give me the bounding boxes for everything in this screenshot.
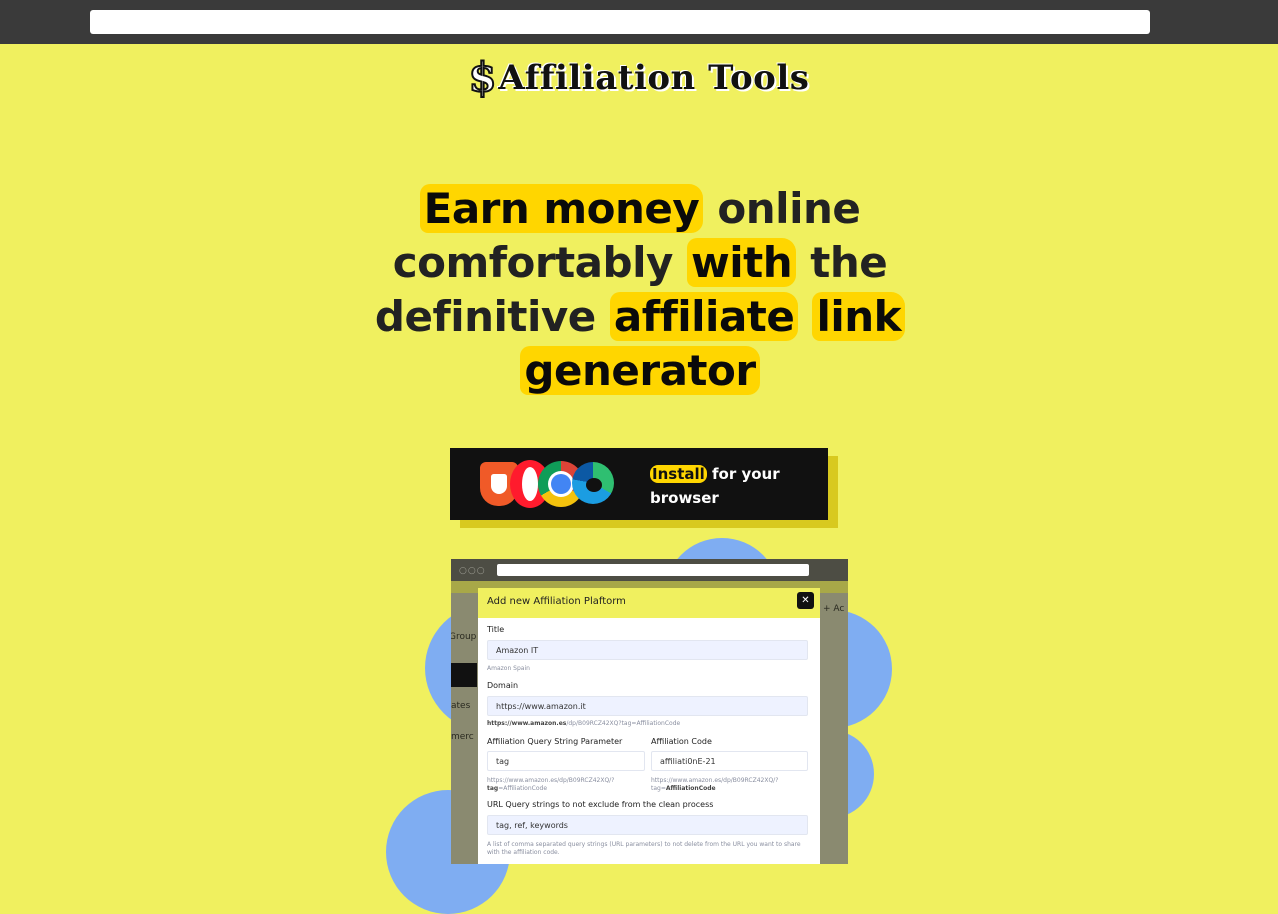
code-hint-1: https://www.amazon.es/dp/B09RCZ42XQ/? xyxy=(651,777,779,784)
affiliation-code-hint: https://www.amazon.es/dp/B09RCZ42XQ/? tag… xyxy=(651,777,808,793)
browser-icons xyxy=(480,460,615,508)
behind-black-bar xyxy=(451,663,477,687)
hero-highlight-generator: generator xyxy=(520,346,760,395)
affiliation-code-input[interactable]: affiliati0nE-21 xyxy=(651,751,808,771)
domain-hint-bold: https://www.amazon.es xyxy=(487,720,567,727)
preview-window-bar: ○○○ xyxy=(451,559,848,581)
install-extension-button[interactable]: Install for your browser xyxy=(450,448,828,520)
param-hint-2: =AffiliationCode xyxy=(498,785,548,792)
hero-highlight-with: with xyxy=(686,238,797,287)
query-param-hint: https://www.amazon.es/dp/B09RCZ42XQ/? tag… xyxy=(487,777,645,793)
behind-rates-label: ates xyxy=(451,701,471,711)
affiliation-code-label: Affiliation Code xyxy=(651,737,712,746)
hero-highlight-affiliate: affiliate xyxy=(609,292,799,341)
dollar-icon: $ xyxy=(468,54,498,101)
preview-url-bar xyxy=(497,564,809,576)
code-hint-2: tag= xyxy=(651,785,666,792)
exclude-query-hint: A list of comma separated query strings … xyxy=(487,841,801,856)
query-param-label: Affiliation Query String Parameter xyxy=(487,737,623,746)
address-bar[interactable] xyxy=(90,10,1150,34)
browser-toolbar xyxy=(0,0,1278,44)
param-hint-1: https://www.amazon.es/dp/B09RCZ42XQ/? xyxy=(487,777,615,784)
window-controls: ○○○ xyxy=(459,566,486,576)
edge-icon xyxy=(572,462,614,504)
app-preview-screenshot: ○○○ + Ac Group ates merc Add new Affilia… xyxy=(451,559,848,864)
install-highlight: Install xyxy=(650,465,707,483)
query-param-input[interactable]: tag xyxy=(487,751,645,771)
behind-commerce-label: merc xyxy=(451,732,474,742)
title-hint: Amazon Spain xyxy=(487,665,530,672)
title-label: Title xyxy=(487,625,505,634)
hero-highlight-link: link xyxy=(812,292,906,341)
domain-hint-rest: /dp/B09RCZ42XQ?tag=AffiliationCode xyxy=(566,720,681,727)
domain-label: Domain xyxy=(487,681,519,690)
title-input[interactable]: Amazon IT xyxy=(487,640,808,660)
hero-space xyxy=(798,292,812,341)
exclude-query-label: URL Query strings to not exclude from th… xyxy=(487,800,714,809)
behind-add-button: + Ac xyxy=(823,604,845,614)
close-icon[interactable]: ✕ xyxy=(797,592,814,609)
hero-highlight-earn-money: Earn money xyxy=(419,184,704,233)
behind-groups-label: Group xyxy=(451,632,477,642)
exclude-query-input[interactable]: tag, ref, keywords xyxy=(487,815,808,835)
domain-input[interactable]: https://www.amazon.it xyxy=(487,696,808,716)
site-logo[interactable]: $ Affiliation Tools xyxy=(0,54,1278,101)
code-hint-bold: AffiliationCode xyxy=(665,785,716,792)
install-label: Install for your browser xyxy=(650,462,820,510)
hero-headline: Earn money online comfortably with the d… xyxy=(370,182,910,398)
domain-hint: https://www.amazon.es/dp/B09RCZ42XQ?tag=… xyxy=(487,720,680,728)
add-platform-modal: Add new Affiliation Plaftorm ✕ Title Ama… xyxy=(478,588,820,864)
param-hint-bold: tag xyxy=(487,785,499,792)
logo-text: Affiliation Tools xyxy=(498,58,810,98)
modal-title: Add new Affiliation Plaftorm xyxy=(487,596,626,607)
modal-header: Add new Affiliation Plaftorm ✕ xyxy=(478,588,820,618)
